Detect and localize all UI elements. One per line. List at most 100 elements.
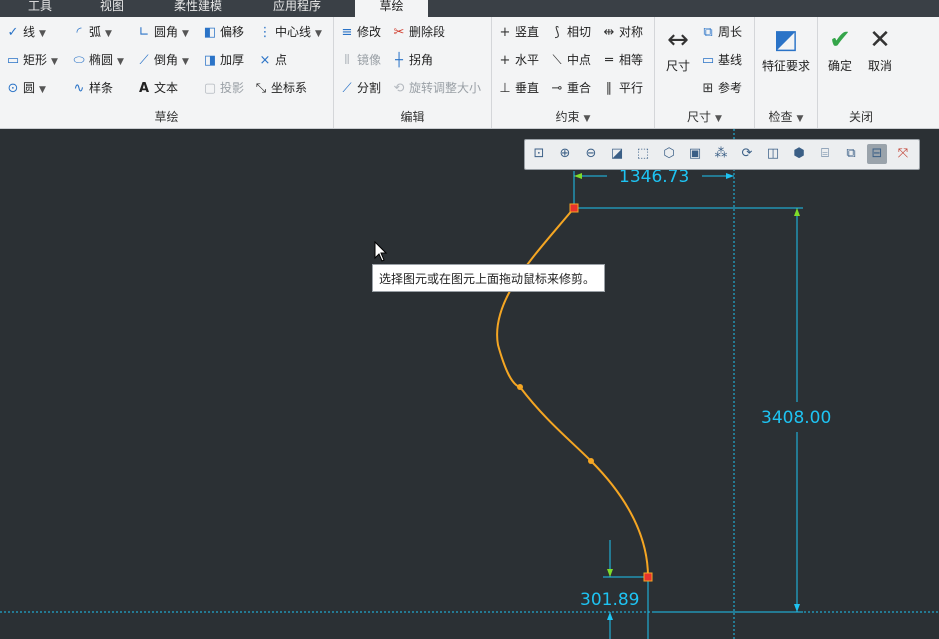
- parallel-icon: ∥: [605, 81, 613, 96]
- group-edit: ≡ 修改 ✂ 删除段 ⫴ 镜像 ┼ 拐角 ⟋ 分割 ⟲ 旋转调整大小 编辑: [334, 17, 492, 128]
- corner-tool[interactable]: ┼ 拐角: [392, 50, 433, 70]
- symmetric-label: 对称: [619, 25, 644, 39]
- divide-tool[interactable]: ⟋ 分割: [340, 78, 381, 98]
- circle-tool[interactable]: ⊙ 圆 ▼: [6, 78, 46, 98]
- rotate-resize-label: 旋转调整大小: [409, 81, 482, 95]
- group-label-edit: 编辑: [400, 110, 425, 124]
- zoom-out-icon[interactable]: ⊖: [581, 144, 601, 164]
- chevron-down-icon[interactable]: ▼: [182, 29, 189, 39]
- ok-button[interactable]: ✔ 确定: [824, 23, 856, 74]
- tab-sketch[interactable]: 草绘: [355, 0, 428, 17]
- cancel-button[interactable]: ✕ 取消: [864, 23, 896, 74]
- thicken-label: 加厚: [220, 53, 245, 67]
- vertex-display-icon[interactable]: ⤧: [893, 144, 913, 164]
- tab-flexible-modeling[interactable]: 柔性建模: [158, 0, 238, 17]
- tab-view[interactable]: 视图: [80, 0, 144, 17]
- spline-tool[interactable]: ∿ 样条: [72, 78, 113, 98]
- project-tool[interactable]: ▢ 投影: [203, 78, 244, 98]
- tab-applications[interactable]: 应用程序: [256, 0, 338, 17]
- rectangle-tool[interactable]: ▭ 矩形 ▼: [6, 50, 58, 70]
- group-label-close: 关闭: [848, 110, 873, 124]
- text-tool[interactable]: A 文本: [137, 78, 178, 98]
- reference-tool[interactable]: ⊞ 参考: [701, 78, 742, 98]
- dimension-button[interactable]: ↔ 尺寸: [660, 23, 696, 74]
- fillet-label: 圆角: [154, 25, 179, 39]
- baseline-tool[interactable]: ▭ 基线: [701, 50, 742, 70]
- arc-tool[interactable]: ◜ 弧 ▼: [72, 22, 112, 42]
- centerline-tool[interactable]: ⋮ 中心线 ▼: [258, 22, 322, 42]
- chevron-down-icon[interactable]: ▼: [182, 57, 189, 67]
- offset-icon: ◧: [203, 25, 217, 40]
- symmetric-constraint[interactable]: ⇹ 对称: [602, 22, 643, 42]
- horizontal-icon: +: [499, 53, 511, 68]
- chevron-down-icon[interactable]: ▼: [105, 29, 112, 39]
- group-constrain: + 竖直 ⟆ 相切 ⇹ 对称 + 水平 ⟍ 中点 ═ 相等 ⊥ 垂直 ⊸ 重合 ∥ 平行 约束 ▼: [492, 17, 655, 128]
- chevron-down-icon[interactable]: ▼: [51, 57, 58, 67]
- mirror-tool[interactable]: ⫴ 镜像: [340, 50, 381, 70]
- spline-control-point[interactable]: [517, 384, 523, 390]
- perimeter-tool[interactable]: ⧉ 周长: [701, 22, 742, 42]
- shading-icon[interactable]: ◫: [763, 144, 783, 164]
- display-style-icon[interactable]: ▣: [685, 144, 705, 164]
- thicken-icon: ◨: [203, 53, 217, 68]
- chevron-down-icon[interactable]: ▼: [117, 57, 124, 67]
- modify-label: 修改: [357, 25, 382, 39]
- tab-tools[interactable]: 工具: [10, 0, 70, 17]
- vertical-constraint[interactable]: + 竖直: [498, 22, 539, 42]
- ellipse-tool[interactable]: ⬭ 椭圆 ▼: [72, 50, 124, 70]
- parallel-constraint[interactable]: ∥ 平行: [602, 78, 643, 98]
- datum-display-icon[interactable]: ⁂: [711, 144, 731, 164]
- grid-display-icon[interactable]: ⊟: [867, 144, 887, 164]
- trim-tooltip: 选择图元或在图元上面拖动鼠标来修剪。: [372, 264, 605, 292]
- parallel-label: 平行: [619, 81, 644, 95]
- wireframe-icon[interactable]: ⬢: [789, 144, 809, 164]
- feature-requirements-label: 特征要求: [761, 59, 810, 73]
- view-orient-icon[interactable]: ⬚: [633, 144, 653, 164]
- project-label: 投影: [220, 81, 245, 95]
- point-tool[interactable]: × 点: [258, 50, 287, 70]
- repaint-icon[interactable]: ◪: [607, 144, 627, 164]
- equal-constraint[interactable]: ═ 相等: [602, 50, 643, 70]
- dimension-small-value[interactable]: 301.89: [580, 590, 639, 610]
- spin-center-icon[interactable]: ⟳: [737, 144, 757, 164]
- chamfer-tool[interactable]: ⟋ 倒角 ▼: [137, 50, 189, 70]
- saved-views-icon[interactable]: ⬡: [659, 144, 679, 164]
- constraint-display-icon[interactable]: ⧉: [841, 144, 861, 164]
- dimension-horizontal-value[interactable]: 1346.73: [619, 167, 689, 187]
- spline-endpoint-top[interactable]: [569, 203, 579, 213]
- horizontal-constraint[interactable]: + 水平: [498, 50, 539, 70]
- line-tool[interactable]: ✓ 线 ▼: [6, 22, 46, 42]
- refit-icon[interactable]: ⊡: [529, 144, 549, 164]
- offset-tool[interactable]: ◧ 偏移: [203, 22, 244, 42]
- spline-control-point[interactable]: [588, 458, 594, 464]
- midpoint-constraint[interactable]: ⟍ 中点: [550, 50, 591, 70]
- text-label: 文本: [154, 81, 179, 95]
- chevron-down-icon: ▼: [796, 114, 804, 124]
- group-label-dimension[interactable]: 尺寸 ▼: [655, 108, 754, 125]
- chevron-down-icon[interactable]: ▼: [39, 85, 46, 95]
- corner-icon: ┼: [395, 53, 403, 68]
- thicken-tool[interactable]: ◨ 加厚: [203, 50, 244, 70]
- dimension-vertical-value[interactable]: 3408.00: [761, 408, 831, 428]
- modify-tool[interactable]: ≡ 修改: [340, 22, 381, 42]
- zoom-in-icon[interactable]: ⊕: [555, 144, 575, 164]
- perpendicular-constraint[interactable]: ⊥ 垂直: [498, 78, 539, 98]
- chevron-down-icon[interactable]: ▼: [315, 29, 322, 39]
- tangent-constraint[interactable]: ⟆ 相切: [550, 22, 591, 42]
- perimeter-label: 周长: [718, 25, 743, 39]
- rotate-resize-tool[interactable]: ⟲ 旋转调整大小: [392, 78, 481, 98]
- modify-icon: ≡: [341, 25, 353, 40]
- chamfer-icon: ⟋: [139, 53, 149, 68]
- dimension-display-icon[interactable]: ⌸: [815, 144, 835, 164]
- coincident-constraint[interactable]: ⊸ 重合: [550, 78, 591, 98]
- spline-endpoint-bottom[interactable]: [643, 572, 653, 582]
- sketch-canvas[interactable]: [0, 129, 939, 639]
- group-label-inspect[interactable]: 检查 ▼: [755, 108, 817, 125]
- baseline-label: 基线: [718, 53, 743, 67]
- chevron-down-icon[interactable]: ▼: [39, 29, 46, 39]
- feature-requirements-button[interactable]: ◩ 特征要求: [757, 23, 815, 74]
- group-label-constrain[interactable]: 约束 ▼: [492, 108, 654, 125]
- fillet-tool[interactable]: ∟ 圆角 ▼: [137, 22, 189, 42]
- delete-segment-tool[interactable]: ✂ 删除段: [392, 22, 445, 42]
- coordsys-tool[interactable]: ⤡ 坐标系: [254, 78, 307, 98]
